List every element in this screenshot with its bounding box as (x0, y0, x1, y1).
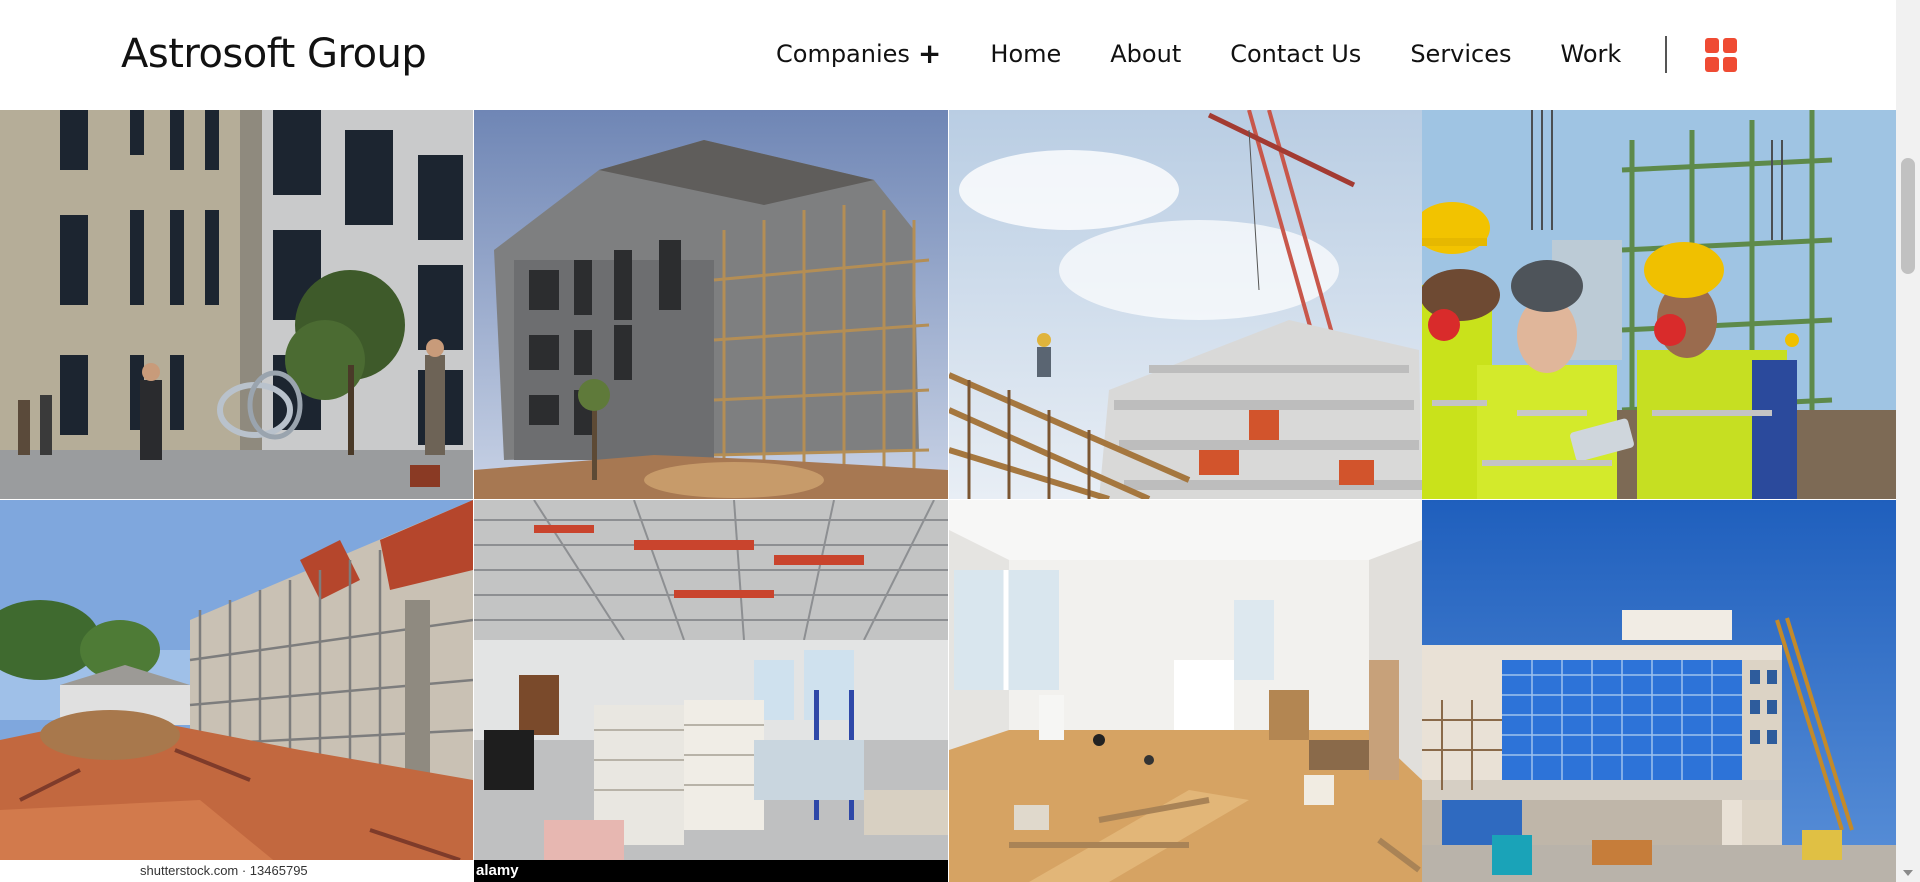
scaffolding-site-image (0, 500, 473, 882)
grid-square (1723, 57, 1737, 72)
office-building-image (0, 110, 473, 499)
nav-item-label: Companies (776, 40, 910, 68)
concrete-building-image (474, 110, 948, 499)
construction-workers-image (1422, 110, 1896, 499)
brand-logo-link[interactable]: Astrosoft Group (121, 30, 427, 78)
highrise-crane-image (949, 110, 1422, 499)
stock-watermark: alamy (474, 860, 948, 882)
gallery-image-interior-renovation[interactable] (949, 500, 1422, 882)
nav-item-about[interactable]: About (1110, 38, 1181, 70)
plus-icon[interactable]: + (918, 40, 941, 68)
project-gallery: shutterstock.com · 13465795 alamy (0, 110, 1896, 882)
main-nav: Companies + Home About Contact Us Servic… (776, 38, 1670, 70)
gallery-image-glass-facade[interactable] (1422, 500, 1896, 882)
interior-renovation-image (949, 500, 1422, 882)
nav-item-services[interactable]: Services (1410, 38, 1511, 70)
gallery-image-construction-workers[interactable] (1422, 110, 1896, 499)
grid-menu-icon[interactable] (1705, 38, 1737, 72)
nav-item-home[interactable]: Home (990, 38, 1061, 70)
grid-square (1723, 38, 1737, 53)
gallery-image-concrete-building[interactable] (474, 110, 948, 499)
gallery-image-highrise-crane[interactable] (949, 110, 1422, 499)
scrollbar-thumb[interactable] (1901, 158, 1915, 274)
nav-item-contact-us[interactable]: Contact Us (1230, 38, 1361, 70)
nav-item-companies[interactable]: Companies + (776, 38, 941, 70)
grid-square (1705, 57, 1719, 72)
glass-facade-image (1422, 500, 1896, 882)
nav-divider (1665, 36, 1667, 73)
page: Astrosoft Group Companies + Home About C… (0, 0, 1920, 882)
interior-fitout-image (474, 500, 948, 882)
stock-watermark: shutterstock.com · 13465795 (0, 860, 473, 882)
page-scrollbar[interactable] (1896, 0, 1920, 882)
site-header: Astrosoft Group Companies + Home About C… (0, 0, 1896, 110)
grid-square (1705, 38, 1719, 53)
nav-item-work[interactable]: Work (1561, 38, 1622, 70)
scroll-down-arrow-icon[interactable] (1903, 870, 1913, 876)
gallery-image-interior-fitout[interactable]: alamy (474, 500, 948, 882)
gallery-image-office-building[interactable] (0, 110, 473, 499)
gallery-image-scaffolding-site[interactable]: shutterstock.com · 13465795 (0, 500, 473, 882)
